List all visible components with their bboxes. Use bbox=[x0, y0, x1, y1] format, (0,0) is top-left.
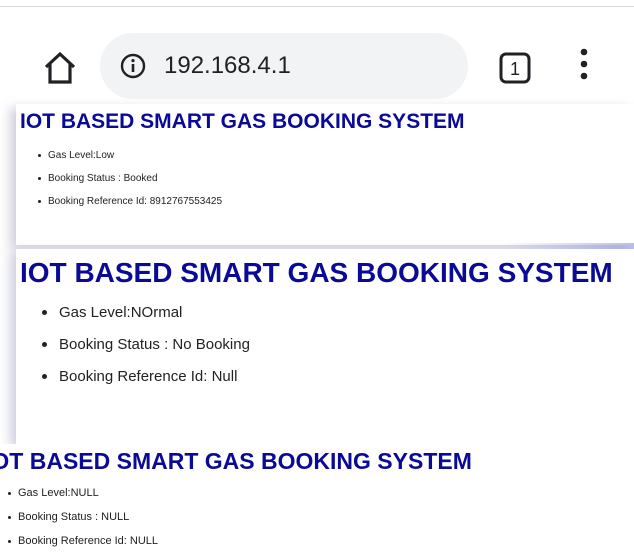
booking-reference-item: Booking Reference Id: 8912767553425 bbox=[38, 196, 222, 219]
booking-status-item: Booking Status : NULL bbox=[8, 511, 158, 535]
gas-level-item: Gas Level:NULL bbox=[8, 487, 158, 511]
url-text[interactable]: 192.168.4.1 bbox=[164, 51, 291, 81]
gas-level-item: Gas Level:NOrmal bbox=[42, 304, 250, 336]
gas-level-item: Gas Level:Low bbox=[38, 150, 222, 173]
booking-status-item: Booking Status : No Booking bbox=[42, 336, 250, 368]
top-divider bbox=[0, 6, 634, 7]
status-panel-low: IOT BASED SMART GAS BOOKING SYSTEM Gas L… bbox=[16, 104, 634, 245]
address-bar[interactable]: 192.168.4.1 bbox=[100, 33, 468, 99]
page-title: IOT BASED SMART GAS BOOKING SYSTEM bbox=[20, 110, 465, 133]
page-title: IOT BASED SMART GAS BOOKING SYSTEM bbox=[0, 448, 472, 474]
page-title: IOT BASED SMART GAS BOOKING SYSTEM bbox=[20, 257, 613, 288]
status-list: Gas Level:NULL Booking Status : NULL Boo… bbox=[8, 487, 158, 559]
status-list: Gas Level:NOrmal Booking Status : No Boo… bbox=[42, 304, 250, 400]
tab-count: 1 bbox=[510, 59, 520, 79]
booking-status-item: Booking Status : Booked bbox=[38, 173, 222, 196]
more-menu-icon[interactable] bbox=[574, 46, 594, 86]
status-panel-normal: IOT BASED SMART GAS BOOKING SYSTEM Gas L… bbox=[16, 243, 634, 444]
status-panel-null: IOT BASED SMART GAS BOOKING SYSTEM Gas L… bbox=[0, 444, 634, 554]
browser-toolbar: 192.168.4.1 1 bbox=[0, 8, 634, 103]
booking-reference-item: Booking Reference Id: Null bbox=[42, 368, 250, 400]
info-icon[interactable] bbox=[120, 53, 146, 79]
tab-switcher-icon: 1 bbox=[499, 52, 531, 84]
booking-reference-item: Booking Reference Id: NULL bbox=[8, 535, 158, 559]
home-icon[interactable] bbox=[42, 50, 78, 86]
tab-switcher-button[interactable]: 1 bbox=[497, 50, 533, 86]
status-list: Gas Level:Low Booking Status : Booked Bo… bbox=[38, 150, 222, 219]
